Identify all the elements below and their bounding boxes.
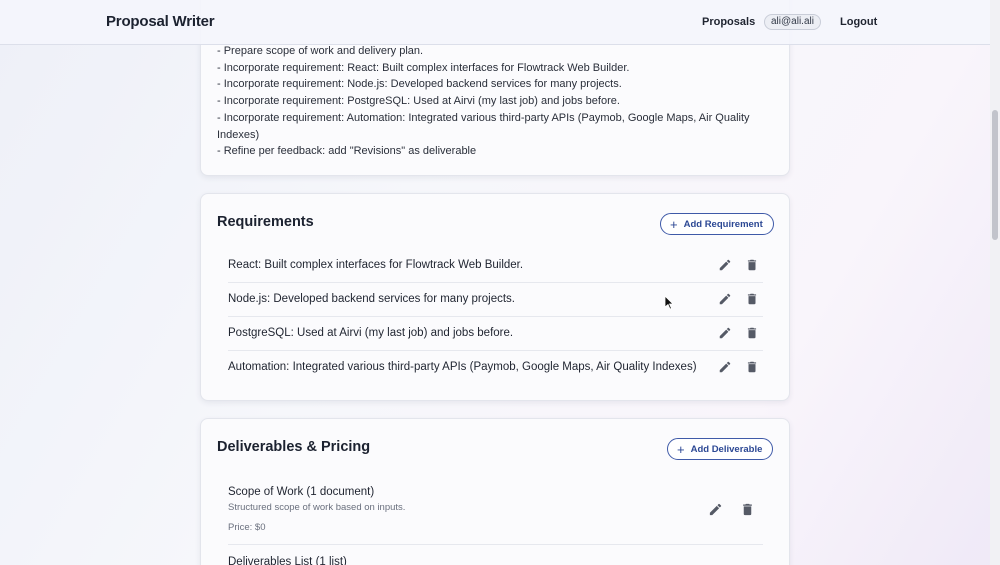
- pencil-icon[interactable]: [718, 326, 734, 342]
- add-deliverable-button[interactable]: + Add Deliverable: [667, 438, 774, 460]
- deliverable-row: Scope of Work (1 document) Structured sc…: [228, 482, 763, 545]
- trash-icon[interactable]: [745, 258, 761, 274]
- scrollbar-track[interactable]: [990, 0, 1000, 565]
- requirements-card: Requirements + Add Requirement React: Bu…: [200, 193, 790, 401]
- deliverable-title: Scope of Work (1 document): [228, 486, 375, 498]
- deliverable-price: Price: $0: [228, 522, 266, 533]
- pencil-icon[interactable]: [718, 360, 734, 376]
- requirement-row: React: Built complex interfaces for Flow…: [228, 249, 763, 283]
- requirement-text: Node.js: Developed backend services for …: [228, 293, 516, 305]
- requirement-row: Automation: Integrated various third-par…: [228, 351, 763, 385]
- plus-icon: +: [670, 216, 678, 232]
- pencil-icon[interactable]: [718, 292, 734, 308]
- plan-line: - Incorporate requirement: React: Built …: [217, 61, 630, 74]
- deliverables-list: Scope of Work (1 document) Structured sc…: [228, 482, 763, 565]
- mouse-cursor-icon: [665, 296, 674, 310]
- trash-icon[interactable]: [740, 502, 756, 518]
- pencil-icon[interactable]: [708, 502, 724, 518]
- plan-text: - Prepare scope of work and delivery pla…: [217, 43, 762, 160]
- trash-icon[interactable]: [745, 360, 761, 376]
- plan-line: - Prepare scope of work and delivery pla…: [217, 45, 424, 57]
- app-brand[interactable]: Proposal Writer: [106, 13, 215, 30]
- deliverables-card: Deliverables & Pricing + Add Deliverable…: [200, 418, 790, 565]
- plan-line: - Incorporate requirement: PostgreSQL: U…: [217, 95, 620, 108]
- requirement-row: PostgreSQL: Used at Airvi (my last job) …: [228, 317, 763, 351]
- plan-line: - Incorporate requirement: Node.js: Deve…: [217, 78, 622, 91]
- plus-icon: +: [677, 441, 685, 457]
- user-email-badge: ali@ali.ali: [764, 14, 821, 30]
- scrollbar-thumb[interactable]: [992, 110, 998, 240]
- requirement-text: React: Built complex interfaces for Flow…: [228, 259, 524, 271]
- requirements-title: Requirements: [217, 214, 314, 230]
- deliverable-description: Structured scope of work based on inputs…: [228, 502, 406, 513]
- nav-proposals-link[interactable]: Proposals: [702, 16, 755, 28]
- requirement-row: Node.js: Developed backend services for …: [228, 283, 763, 317]
- add-requirement-button[interactable]: + Add Requirement: [660, 213, 774, 235]
- logout-button[interactable]: Logout: [840, 16, 877, 28]
- deliverable-title: Deliverables List (1 list): [228, 556, 347, 565]
- pencil-icon[interactable]: [718, 258, 734, 274]
- top-navbar: Proposal Writer Proposals ali@ali.ali Lo…: [0, 0, 990, 45]
- plan-line: - Refine per feedback: add "Revisions" a…: [217, 145, 477, 158]
- requirement-text: PostgreSQL: Used at Airvi (my last job) …: [228, 327, 514, 339]
- requirement-text: Automation: Integrated various third-par…: [228, 361, 697, 373]
- add-requirement-label: Add Requirement: [683, 218, 763, 230]
- plan-line: - Incorporate requirement: Automation: I…: [217, 111, 750, 141]
- add-deliverable-label: Add Deliverable: [690, 443, 763, 455]
- requirements-list: React: Built complex interfaces for Flow…: [228, 249, 763, 385]
- trash-icon[interactable]: [745, 292, 761, 308]
- deliverables-title: Deliverables & Pricing: [217, 439, 371, 455]
- trash-icon[interactable]: [745, 326, 761, 342]
